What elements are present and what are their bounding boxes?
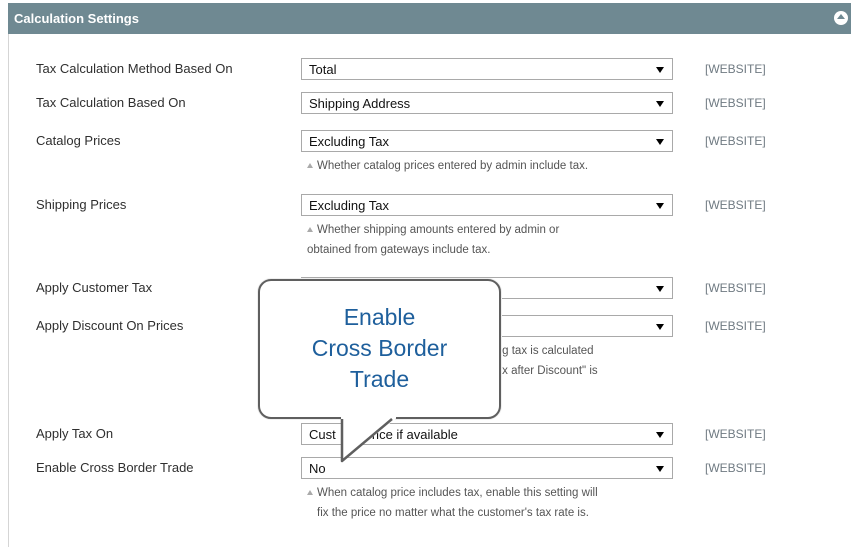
setting-label: Shipping Prices	[36, 197, 127, 212]
callout-text: Enable Cross Border Trade	[260, 302, 499, 395]
chevron-down-icon	[656, 432, 664, 438]
chevron-down-icon	[656, 67, 664, 73]
collapse-icon[interactable]	[834, 11, 848, 25]
scope-label: [WEBSITE]	[705, 281, 766, 295]
panel-title: Calculation Settings	[14, 11, 139, 26]
setting-note: ting tax is calculated Tax after Discoun…	[490, 341, 690, 381]
note-line: Whether shipping amounts entered by admi…	[317, 224, 560, 236]
scope-label: [WEBSITE]	[705, 461, 766, 475]
select-value: Shipping Address	[309, 96, 411, 111]
chevron-down-icon	[656, 324, 664, 330]
shipping-prices-select[interactable]: Excluding Tax	[301, 194, 673, 216]
chevron-down-icon	[656, 286, 664, 292]
scope-label: [WEBSITE]	[705, 96, 766, 110]
note-line: obtained from gateways include tax.	[307, 244, 491, 256]
select-value: Total	[309, 62, 337, 77]
setting-label: Tax Calculation Method Based On	[36, 61, 233, 76]
scope-label: [WEBSITE]	[705, 427, 766, 441]
setting-note: Whether shipping amounts entered by admi…	[307, 220, 687, 260]
note-line: ting tax is calculated	[490, 345, 594, 357]
note-triangle-icon	[307, 227, 313, 232]
scope-label: [WEBSITE]	[705, 319, 766, 333]
note-line: fix the price no matter what the custome…	[317, 507, 589, 519]
chevron-down-icon	[656, 139, 664, 145]
panel-header[interactable]: Calculation Settings	[8, 3, 851, 34]
setting-note: Whether catalog prices entered by admin …	[307, 156, 687, 176]
callout-line: Cross Border	[311, 335, 448, 361]
catalog-prices-select[interactable]: Excluding Tax	[301, 130, 673, 152]
note-line: When catalog price includes tax, enable …	[317, 487, 598, 499]
note-line: Tax after Discount" is	[490, 365, 598, 377]
select-value: Excluding Tax	[309, 198, 389, 213]
select-value: Excluding Tax	[309, 134, 389, 149]
chevron-down-icon	[656, 203, 664, 209]
chevron-down-icon	[656, 101, 664, 107]
scope-label: [WEBSITE]	[705, 62, 766, 76]
setting-label: Apply Discount On Prices	[36, 318, 184, 333]
callout-bubble: Enable Cross Border Trade	[258, 279, 501, 419]
callout-line: Trade	[349, 366, 410, 392]
setting-label: Catalog Prices	[36, 133, 121, 148]
setting-note: When catalog price includes tax, enable …	[307, 483, 687, 523]
callout-line: Enable	[343, 304, 416, 330]
setting-label: Apply Tax On	[36, 426, 114, 441]
select-value: No	[309, 461, 326, 476]
note-triangle-icon	[307, 490, 313, 495]
note-triangle-icon	[307, 163, 313, 168]
chevron-down-icon	[656, 466, 664, 472]
note-line: Whether catalog prices entered by admin …	[317, 160, 589, 172]
scope-label: [WEBSITE]	[705, 134, 766, 148]
tax-based-on-select[interactable]: Shipping Address	[301, 92, 673, 114]
tax-method-select[interactable]: Total	[301, 58, 673, 80]
scope-label: [WEBSITE]	[705, 198, 766, 212]
callout-tail-pointer	[340, 417, 396, 463]
setting-label: Tax Calculation Based On	[36, 95, 186, 110]
setting-label: Enable Cross Border Trade	[36, 460, 194, 475]
setting-label: Apply Customer Tax	[36, 280, 153, 295]
